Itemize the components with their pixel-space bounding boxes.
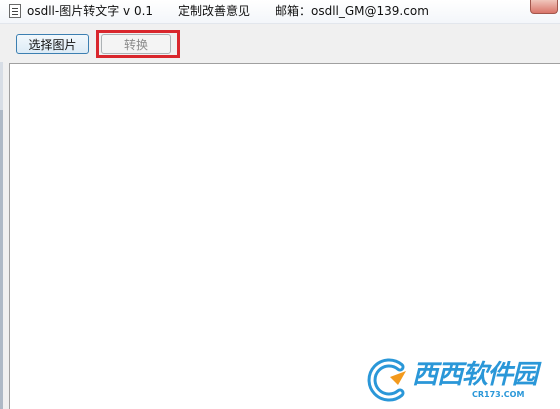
app-window: osdll-图片转文字 v 0.1 定制改善意见 邮箱：osdll_GM@139… [0,0,560,409]
watermark-brand: 西西软件园 [412,360,538,390]
watermark-logo: 西西软件园 CR173.COM [360,357,538,403]
select-image-button[interactable]: 选择图片 [16,34,89,54]
toolbar: 选择图片 转换 [0,24,560,62]
watermark-sub: CR173.COM [472,390,525,399]
watermark-c-icon [367,358,406,402]
email-label: 邮箱：osdll_GM@139.com [275,4,429,18]
app-icon[interactable] [9,4,21,18]
window-frame-left-shadow [0,110,3,409]
convert-button-highlight [96,30,180,58]
window-title: osdll-图片转文字 v 0.1 [27,4,154,18]
title-bar: osdll-图片转文字 v 0.1 定制改善意见 邮箱：osdll_GM@139… [0,0,560,24]
close-button[interactable] [530,0,558,14]
custom-feedback-link[interactable]: 定制改善意见 [178,4,250,18]
